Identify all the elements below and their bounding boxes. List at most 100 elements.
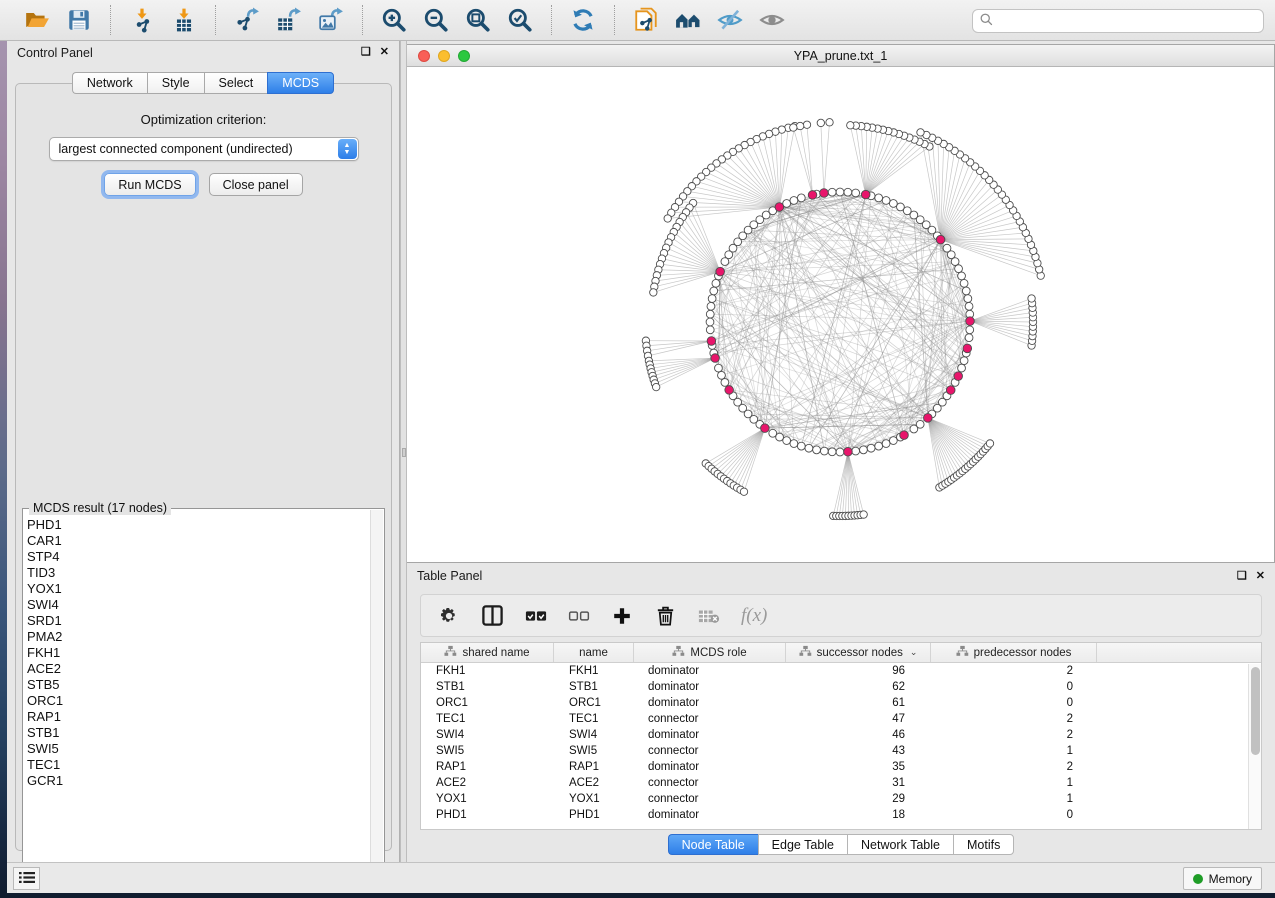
mcds-result-item[interactable]: GCR1 (27, 773, 368, 789)
table-cell[interactable]: 0 (931, 697, 1097, 709)
zoom-in-icon[interactable] (377, 4, 411, 36)
open-folder-icon[interactable] (20, 4, 54, 36)
table-cell[interactable]: 62 (786, 681, 931, 693)
table-cell[interactable]: connector (634, 777, 786, 789)
column-header-MCDS-role[interactable]: MCDS role (634, 643, 786, 662)
optimization-criterion-select[interactable]: largest connected component (undirected)… (49, 137, 359, 161)
table-row[interactable]: YOX1YOX1connector291 (421, 791, 1261, 807)
network-canvas[interactable] (407, 67, 1273, 562)
table-cell[interactable]: FKH1 (554, 665, 634, 677)
close-panel-button[interactable]: Close panel (209, 173, 303, 196)
import-network-icon[interactable] (125, 4, 159, 36)
table-cell[interactable]: 31 (786, 777, 931, 789)
network-snapshot-icon[interactable] (629, 4, 663, 36)
mcds-result-item[interactable]: STB1 (27, 725, 368, 741)
zoom-selected-icon[interactable] (503, 4, 537, 36)
scrollbar-thumb[interactable] (1251, 667, 1260, 755)
memory-button[interactable]: Memory (1183, 867, 1262, 890)
refresh-icon[interactable] (566, 4, 600, 36)
home-icon[interactable] (671, 4, 705, 36)
add-icon[interactable] (611, 602, 633, 630)
table-cell[interactable]: SWI4 (554, 729, 634, 741)
table-cell[interactable]: SWI5 (554, 745, 634, 757)
table-cell[interactable]: ORC1 (554, 697, 634, 709)
mcds-result-item[interactable]: SRD1 (27, 613, 368, 629)
table-row[interactable]: RAP1RAP1dominator352 (421, 759, 1261, 775)
table-cell[interactable]: connector (634, 745, 786, 757)
tab-network[interactable]: Network (72, 72, 147, 94)
network-graph[interactable] (407, 67, 1273, 562)
hide-annotations-icon[interactable] (713, 4, 747, 36)
table-cell[interactable]: dominator (634, 761, 786, 773)
columns-icon[interactable] (481, 602, 504, 630)
tab-network-table[interactable]: Network Table (847, 834, 953, 855)
table-cell[interactable]: SWI4 (421, 729, 554, 741)
table-cell[interactable]: 18 (786, 809, 931, 821)
table-scrollbar[interactable] (1248, 664, 1261, 829)
network-titlebar[interactable]: YPA_prune.txt_1 (407, 45, 1274, 67)
splitter-grip[interactable] (402, 448, 406, 457)
table-cell[interactable]: 0 (931, 681, 1097, 693)
tab-style[interactable]: Style (147, 72, 204, 94)
table-cell[interactable]: 1 (931, 793, 1097, 805)
delete-icon[interactable] (654, 602, 677, 630)
table-cell[interactable]: 43 (786, 745, 931, 757)
mcds-result-item[interactable]: PHD1 (27, 517, 368, 533)
float-window-icon[interactable]: ❑ (361, 47, 371, 58)
mcds-result-item[interactable]: SWI5 (27, 741, 368, 757)
mcds-result-item[interactable]: CAR1 (27, 533, 368, 549)
table-cell[interactable]: 35 (786, 761, 931, 773)
table-cell[interactable]: PHD1 (421, 809, 554, 821)
mcds-result-item[interactable]: RAP1 (27, 709, 368, 725)
zoom-out-icon[interactable] (419, 4, 453, 36)
float-window-icon[interactable]: ❑ (1237, 571, 1247, 582)
table-row[interactable]: SWI5SWI5connector431 (421, 743, 1261, 759)
table-cell[interactable]: 1 (931, 745, 1097, 757)
search-box[interactable] (972, 9, 1264, 33)
column-header-successor-nodes[interactable]: successor nodes⌄ (786, 643, 931, 662)
table-cell[interactable]: 47 (786, 713, 931, 725)
tab-edge-table[interactable]: Edge Table (758, 834, 847, 855)
mcds-result-item[interactable]: YOX1 (27, 581, 368, 597)
table-cell[interactable]: SWI5 (421, 745, 554, 757)
column-header-predecessor-nodes[interactable]: predecessor nodes (931, 643, 1097, 662)
table-cell[interactable]: PHD1 (554, 809, 634, 821)
close-panel-icon[interactable]: ✕ (1256, 571, 1265, 582)
tab-mcds[interactable]: MCDS (267, 72, 334, 94)
table-cell[interactable]: RAP1 (554, 761, 634, 773)
export-network-icon[interactable] (230, 4, 264, 36)
export-table-icon[interactable] (272, 4, 306, 36)
mcds-result-item[interactable]: ACE2 (27, 661, 368, 677)
table-cell[interactable]: 2 (931, 761, 1097, 773)
table-cell[interactable]: 0 (931, 809, 1097, 821)
mcds-result-item[interactable]: FKH1 (27, 645, 368, 661)
table-cell[interactable]: 1 (931, 777, 1097, 789)
table-row[interactable]: SWI4SWI4dominator462 (421, 727, 1261, 743)
mcds-result-item[interactable]: ORC1 (27, 693, 368, 709)
table-cell[interactable]: STB1 (421, 681, 554, 693)
select-all-icon[interactable] (525, 602, 547, 630)
deselect-all-icon[interactable] (568, 602, 590, 630)
tab-motifs[interactable]: Motifs (953, 834, 1014, 855)
table-row[interactable]: PHD1PHD1dominator180 (421, 807, 1261, 823)
table-cell[interactable]: YOX1 (554, 793, 634, 805)
table-row[interactable]: STB1STB1dominator620 (421, 679, 1261, 695)
table-row[interactable]: ACE2ACE2connector311 (421, 775, 1261, 791)
table-row[interactable]: ORC1ORC1dominator610 (421, 695, 1261, 711)
table-row[interactable]: TEC1TEC1connector472 (421, 711, 1261, 727)
task-history-button[interactable] (13, 867, 40, 890)
tab-node-table[interactable]: Node Table (668, 834, 758, 855)
table-row[interactable]: FKH1FKH1dominator962 (421, 663, 1261, 679)
table-cell[interactable]: TEC1 (421, 713, 554, 725)
show-annotations-icon[interactable] (755, 4, 789, 36)
run-mcds-button[interactable]: Run MCDS (104, 173, 195, 196)
mcds-result-item[interactable]: TID3 (27, 565, 368, 581)
table-cell[interactable]: 2 (931, 729, 1097, 741)
table-cell[interactable]: dominator (634, 665, 786, 677)
table-cell[interactable]: RAP1 (421, 761, 554, 773)
table-cell[interactable]: dominator (634, 697, 786, 709)
mcds-result-item[interactable]: STB5 (27, 677, 368, 693)
table-cell[interactable]: 2 (931, 713, 1097, 725)
column-header-name[interactable]: name (554, 643, 634, 662)
table-cell[interactable]: 29 (786, 793, 931, 805)
